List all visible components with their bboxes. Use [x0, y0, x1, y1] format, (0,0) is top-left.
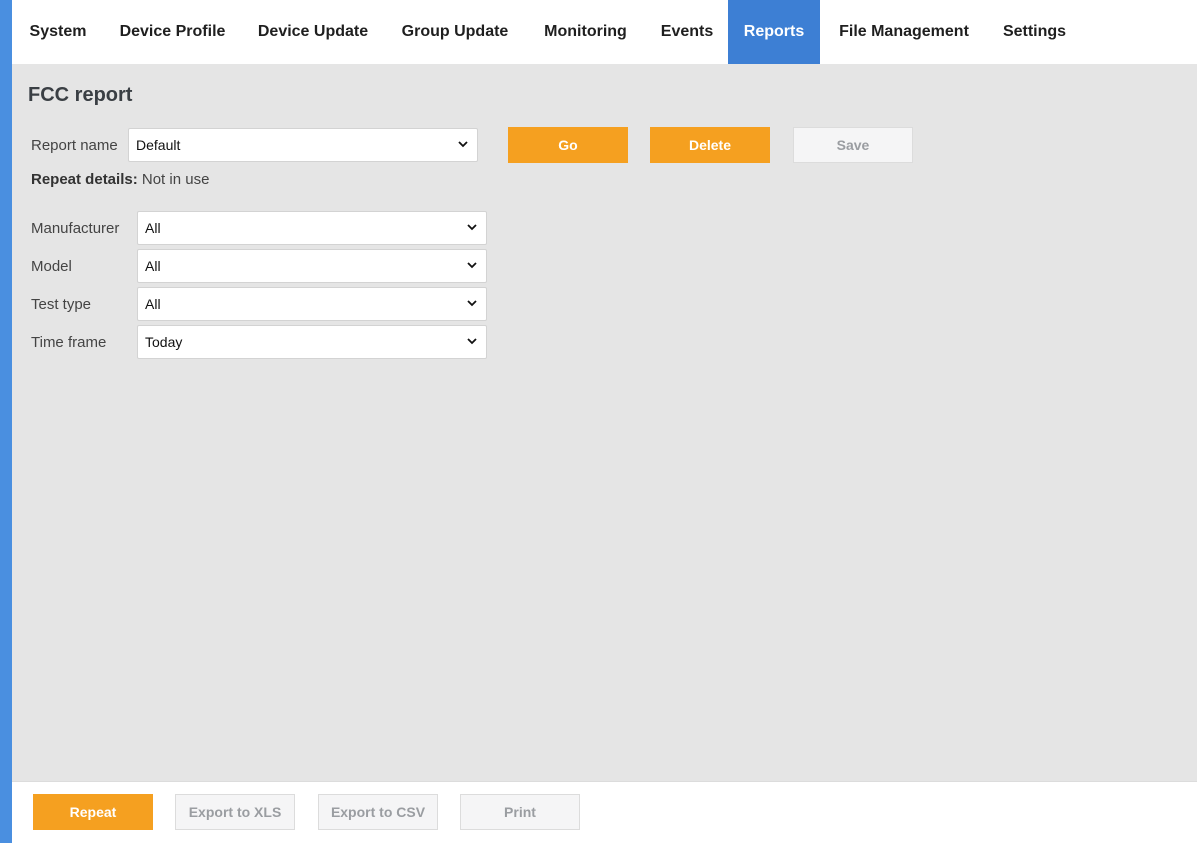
model-label: Model: [31, 258, 72, 275]
test-type-select[interactable]: All: [137, 287, 487, 321]
export-xls-button[interactable]: Export to XLS: [175, 794, 295, 830]
print-button[interactable]: Print: [460, 794, 580, 830]
tab-group-update[interactable]: Group Update: [385, 0, 525, 64]
tab-reports[interactable]: Reports: [728, 0, 820, 64]
tab-monitoring[interactable]: Monitoring: [525, 0, 646, 64]
repeat-details: Repeat details: Not in use: [31, 171, 209, 188]
report-name-label: Report name: [31, 137, 118, 154]
manufacturer-value: All: [145, 220, 161, 236]
model-select[interactable]: All: [137, 249, 487, 283]
save-button[interactable]: Save: [793, 127, 913, 163]
repeat-button[interactable]: Repeat: [33, 794, 153, 830]
time-frame-value: Today: [145, 334, 183, 350]
left-accent-bar: [0, 0, 12, 843]
report-name-select[interactable]: Default: [128, 128, 478, 162]
manufacturer-label: Manufacturer: [31, 220, 120, 237]
chevron-down-icon: [467, 338, 477, 345]
export-csv-button[interactable]: Export to CSV: [318, 794, 438, 830]
chevron-down-icon: [467, 300, 477, 307]
manufacturer-select[interactable]: All: [137, 211, 487, 245]
time-frame-label: Time frame: [31, 334, 107, 351]
tab-events[interactable]: Events: [646, 0, 728, 64]
test-type-label: Test type: [31, 296, 92, 313]
tab-device-profile[interactable]: Device Profile: [104, 0, 241, 64]
delete-button[interactable]: Delete: [650, 127, 770, 163]
tab-system[interactable]: System: [12, 0, 104, 64]
tab-device-update[interactable]: Device Update: [241, 0, 385, 64]
time-frame-select[interactable]: Today: [137, 325, 487, 359]
chevron-down-icon: [467, 262, 477, 269]
repeat-details-value: Not in use: [141, 171, 210, 188]
test-type-value: All: [145, 296, 161, 312]
top-navigation: System Device Profile Device Update Grou…: [12, 0, 1197, 64]
go-button[interactable]: Go: [508, 127, 628, 163]
main-content: FCC report Report name Default Go Delete…: [12, 64, 1197, 781]
chevron-down-icon: [458, 141, 468, 148]
report-name-value: Default: [136, 137, 181, 153]
repeat-details-label: Repeat details:: [31, 171, 138, 188]
model-value: All: [145, 258, 161, 274]
tab-file-management[interactable]: File Management: [820, 0, 988, 64]
tab-settings[interactable]: Settings: [988, 0, 1081, 64]
page-title: FCC report: [28, 84, 133, 106]
footer-toolbar: Repeat Export to XLS Export to CSV Print: [12, 781, 1197, 843]
chevron-down-icon: [467, 224, 477, 231]
